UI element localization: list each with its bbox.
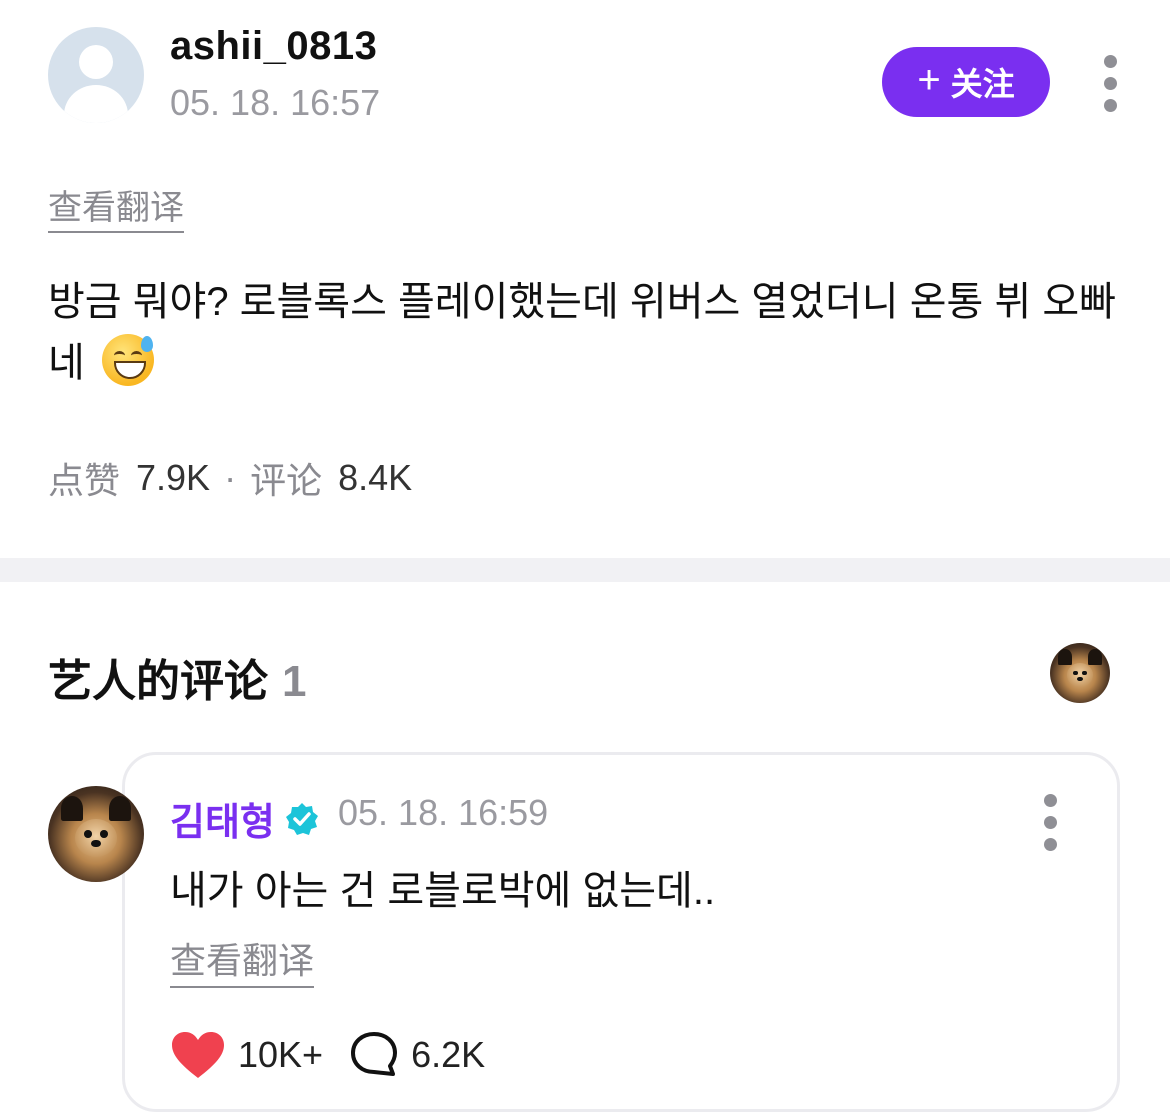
commenter-name-row[interactable]: 김태형 <box>170 791 319 846</box>
grinning-face-with-sweat-icon <box>101 334 154 386</box>
comment-text: 내가 아는 건 로블로박에 없는데.. <box>170 869 716 913</box>
reply-count: 6.2K <box>411 1034 486 1075</box>
like-count: 10K+ <box>238 1034 324 1075</box>
follow-label: 关注 <box>950 66 1015 102</box>
artist-comments-title: 艺人的评论 <box>48 657 268 706</box>
author-username[interactable]: ashii_0813 <box>170 24 377 69</box>
post-text: 방금 뭐야? 로블록스 플레이했는데 위버스 열었더니 온통 뷔 오빠네 <box>48 280 1116 385</box>
more-vertical-icon <box>1103 55 1117 68</box>
comment-bubble-icon <box>351 1032 398 1076</box>
post-timestamp: 05. 18. 16:57 <box>170 82 381 123</box>
stats-separator: · <box>224 457 237 498</box>
comment-more-options[interactable] <box>1040 794 1060 851</box>
comment-actions: 10K+ 6.2K <box>170 1030 485 1080</box>
commenter-avatar[interactable] <box>48 786 144 882</box>
heart-icon <box>172 1032 224 1078</box>
more-vertical-icon <box>1043 794 1057 807</box>
comments-count: 8.4K <box>338 457 413 498</box>
plus-icon: + <box>917 58 941 102</box>
commenter-name[interactable]: 김태형 <box>170 791 275 846</box>
verified-badge-icon <box>285 802 318 835</box>
like-button[interactable]: 10K+ <box>170 1030 323 1080</box>
likes-count: 7.9K <box>136 457 211 498</box>
post-more-options[interactable] <box>1100 55 1120 112</box>
post-stats: 点赞 7.9K · 评论 8.4K <box>48 452 412 504</box>
post-translate-link[interactable]: 查看翻译 <box>48 180 184 233</box>
follow-button[interactable]: + 关注 <box>882 47 1050 117</box>
reply-button[interactable]: 6.2K <box>349 1030 485 1080</box>
likes-label: 点赞 <box>48 460 121 501</box>
comment-translate-link[interactable]: 查看翻译 <box>170 932 315 988</box>
author-avatar[interactable] <box>48 27 144 123</box>
section-divider <box>0 558 1170 582</box>
artist-comments-heading: 艺人的评论 1 <box>48 645 306 709</box>
comments-label: 评论 <box>250 460 323 501</box>
comment-timestamp: 05. 18. 16:59 <box>338 792 549 833</box>
artist-avatar-small[interactable] <box>1050 643 1110 703</box>
post-body: 방금 뭐야? 로블록스 플레이했는데 위버스 열었더니 온통 뷔 오빠네 <box>48 272 1128 394</box>
artist-comments-count: 1 <box>282 657 307 706</box>
person-avatar-icon <box>79 45 113 79</box>
